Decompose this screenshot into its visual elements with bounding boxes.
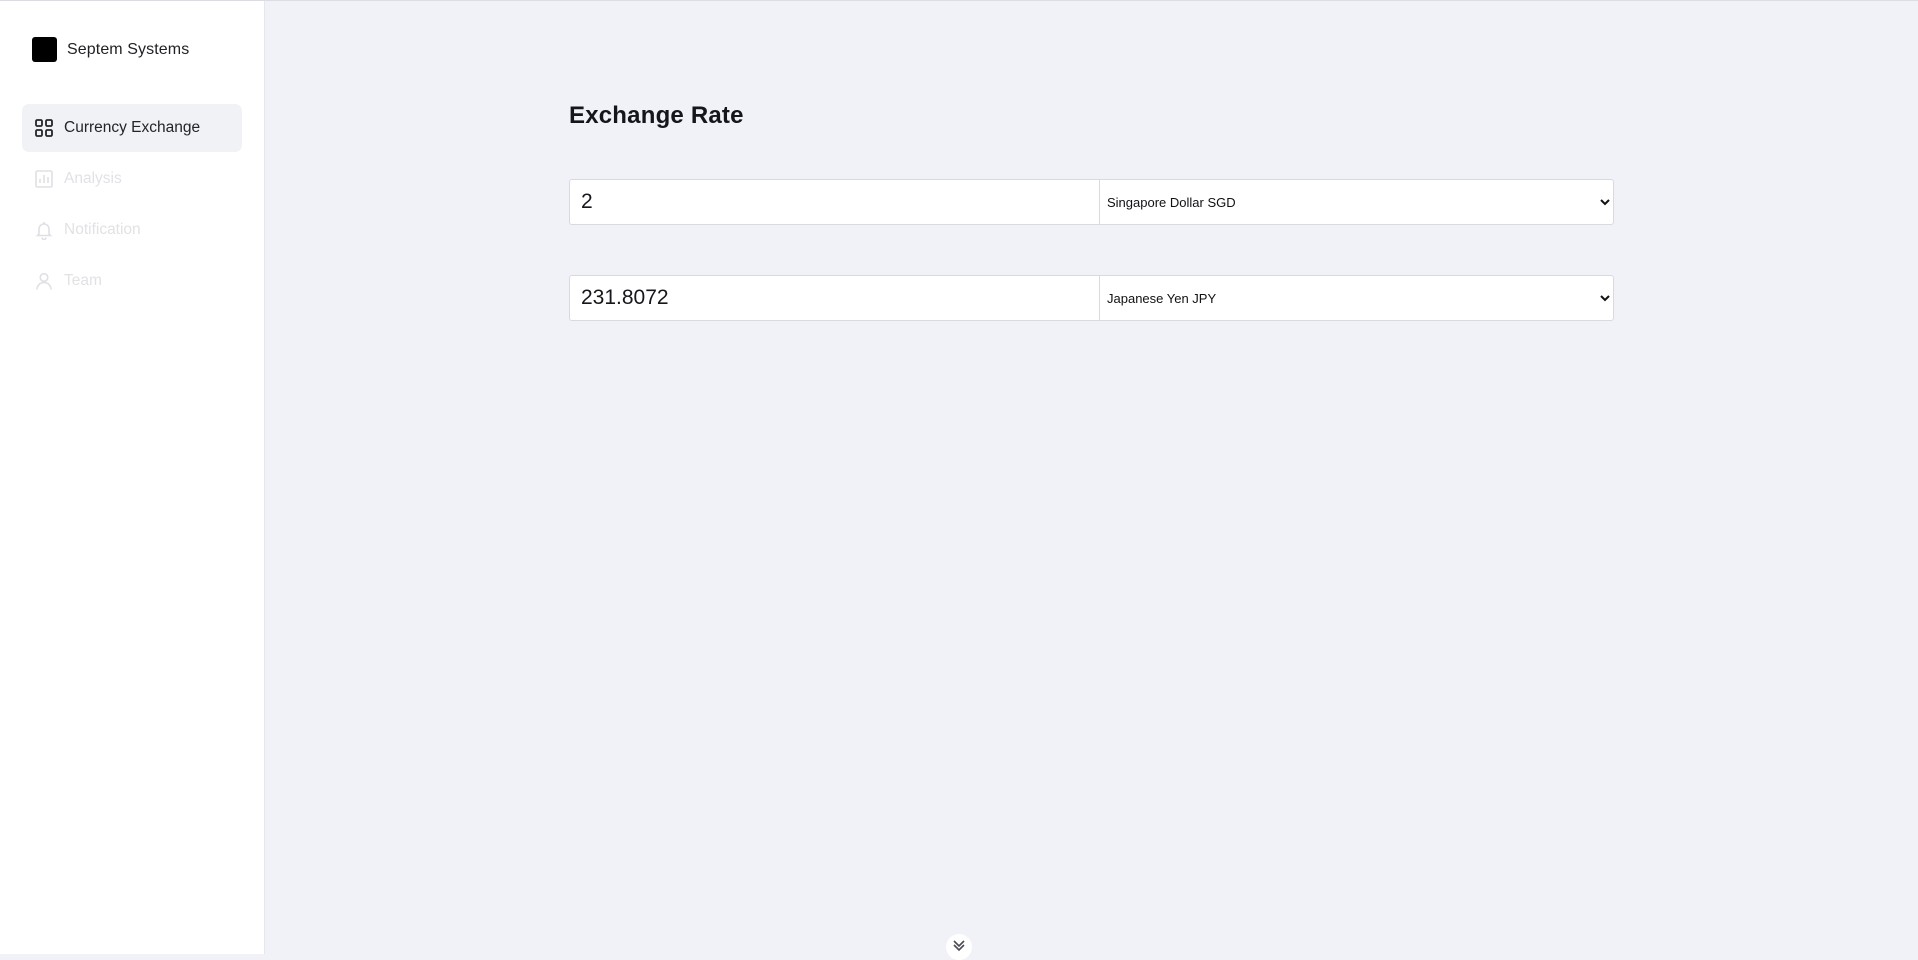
- brand[interactable]: Septem Systems: [32, 37, 189, 62]
- sidebar-item-currency-exchange[interactable]: Currency Exchange: [22, 104, 242, 152]
- sidebar-item-label: Team: [64, 272, 102, 289]
- sidebar-item-label: Analysis: [64, 170, 122, 187]
- brand-logo: [32, 37, 57, 62]
- from-currency-row: Singapore Dollar SGD: [569, 179, 1614, 225]
- bar-chart-icon: [34, 169, 54, 189]
- chevron-double-down-icon: [952, 939, 966, 958]
- to-currency-row: Japanese Yen JPY: [569, 275, 1614, 321]
- sidebar: Septem Systems Currency Exchange Analysi…: [0, 1, 265, 954]
- top-divider: [0, 0, 1918, 1]
- bell-icon: [34, 220, 54, 240]
- sidebar-item-label: Notification: [64, 221, 141, 238]
- user-icon: [34, 271, 54, 291]
- to-currency-select[interactable]: Japanese Yen JPY: [1099, 275, 1614, 321]
- expand-toggle[interactable]: [946, 934, 972, 960]
- grid-icon: [34, 118, 54, 138]
- sidebar-item-notification[interactable]: Notification: [22, 206, 242, 254]
- sidebar-item-analysis[interactable]: Analysis: [22, 155, 242, 203]
- from-amount-input[interactable]: [569, 179, 1099, 225]
- brand-name: Septem Systems: [67, 40, 190, 58]
- sidebar-item-team[interactable]: Team: [22, 257, 242, 305]
- from-currency-select[interactable]: Singapore Dollar SGD: [1099, 179, 1614, 225]
- sidebar-nav: Currency Exchange Analysis Notification …: [22, 104, 242, 308]
- to-amount-input[interactable]: [569, 275, 1099, 321]
- sidebar-item-label: Currency Exchange: [64, 119, 201, 136]
- page-title: Exchange Rate: [569, 102, 744, 129]
